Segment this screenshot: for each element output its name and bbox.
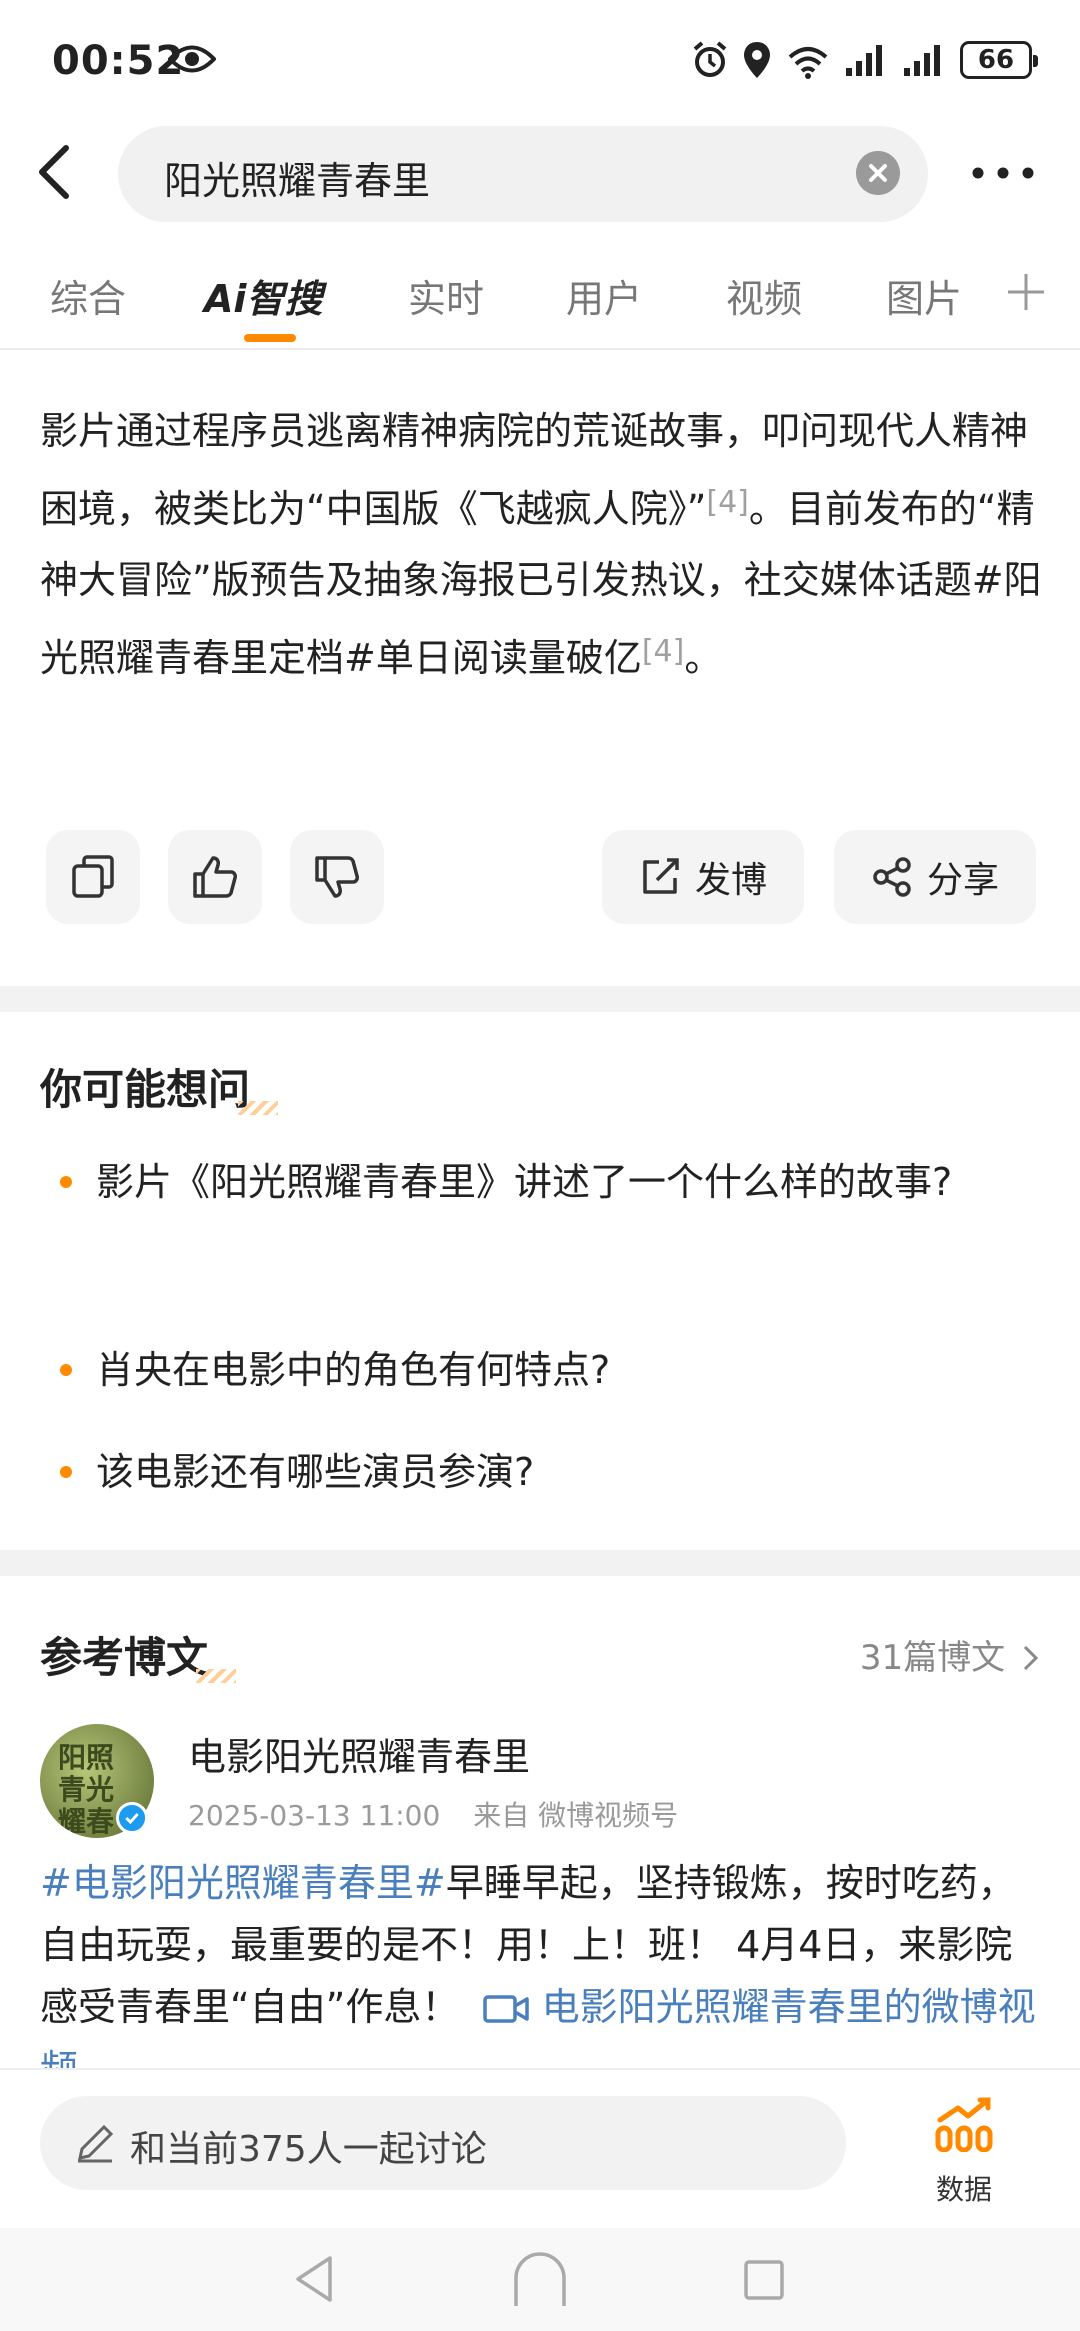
post-label: 发博 bbox=[694, 860, 767, 901]
bullet-dot bbox=[60, 1176, 72, 1188]
like-button[interactable] bbox=[168, 830, 262, 924]
wifi-icon bbox=[788, 47, 828, 79]
status-bar: 00:52 66 bbox=[0, 0, 1080, 120]
share-label: 分享 bbox=[926, 860, 999, 901]
reference-count: 31篇博文 bbox=[859, 1638, 1006, 1678]
answer-text: 。 bbox=[684, 636, 723, 680]
search-query-text: 阳光照耀青春里 bbox=[164, 159, 431, 203]
ai-answer: 影片通过程序员逃离精神病院的荒诞故事，叩问现代人精神困境，被类比为“中国版《飞越… bbox=[40, 396, 1050, 694]
nav-home-icon[interactable] bbox=[510, 2248, 570, 2308]
reference-count-link[interactable]: 31篇博文 bbox=[860, 1630, 1040, 1679]
suggested-question[interactable]: 该电影还有哪些演员参演? bbox=[96, 1434, 1026, 1510]
compose-icon bbox=[643, 858, 679, 894]
thumbs-down-icon bbox=[315, 856, 359, 898]
status-time: 00:52 bbox=[52, 38, 185, 84]
thumbs-up-icon bbox=[193, 856, 237, 898]
share-icon bbox=[873, 857, 911, 897]
system-nav-bar bbox=[0, 2228, 1080, 2331]
data-label[interactable]: 数据 bbox=[936, 2168, 992, 2208]
signal-icon bbox=[846, 45, 882, 76]
hashtag-link[interactable]: #电影阳光照耀青春里# bbox=[40, 1861, 446, 1905]
citation-link[interactable]: [4] bbox=[642, 634, 685, 669]
post-meta: 2025-03-13 11:00 来自 微博视频号 bbox=[188, 1794, 678, 1834]
bullet-dot bbox=[60, 1466, 72, 1478]
search-input[interactable]: 阳光照耀青春里 bbox=[118, 126, 928, 222]
tab-images[interactable]: 图片 bbox=[886, 268, 962, 323]
video-icon bbox=[483, 1995, 530, 2023]
citation-link[interactable]: [4] bbox=[706, 485, 749, 520]
tab-ai-search[interactable]: Ai智搜 bbox=[204, 268, 322, 323]
chevron-right-icon bbox=[1023, 1645, 1039, 1671]
data-chart-icon[interactable] bbox=[934, 2096, 994, 2152]
bullet-dot bbox=[60, 1364, 72, 1376]
location-icon bbox=[744, 42, 770, 78]
eye-icon bbox=[168, 45, 216, 73]
suggested-question[interactable]: 肖央在电影中的角色有何特点? bbox=[96, 1332, 1026, 1408]
alarm-icon bbox=[693, 41, 727, 77]
nav-back-icon[interactable] bbox=[292, 2254, 336, 2304]
active-tab-indicator bbox=[244, 334, 296, 342]
discuss-label: 和当前375人一起讨论 bbox=[130, 2129, 487, 2170]
clear-icon[interactable] bbox=[856, 151, 900, 195]
author-name[interactable]: 电影阳光照耀青春里 bbox=[188, 1726, 530, 1781]
discuss-input[interactable]: 和当前375人一起讨论 bbox=[40, 2096, 846, 2190]
tab-users[interactable]: 用户 bbox=[566, 268, 642, 323]
tab-bar: 综合 Ai智搜 实时 用户 视频 图片 bbox=[0, 252, 1080, 350]
section-divider bbox=[0, 1550, 1080, 1576]
bottom-bar: 和当前375人一起讨论 数据 bbox=[0, 2068, 1080, 2228]
post-source: 来自 微博视频号 bbox=[473, 1799, 679, 1832]
questions-title: 你可能想问 bbox=[40, 1056, 279, 1117]
post-button[interactable]: 发博 bbox=[602, 830, 804, 924]
dislike-button[interactable] bbox=[290, 830, 384, 924]
copy-button[interactable] bbox=[46, 830, 140, 924]
verified-badge-icon bbox=[116, 1802, 148, 1834]
post-body: #电影阳光照耀青春里#早睡早起，坚持锻炼，按时吃药，自由玩耍，最重要的是不！用！… bbox=[40, 1852, 1050, 2100]
suggested-question[interactable]: 影片《阳光照耀青春里》讲述了一个什么样的故事? bbox=[96, 1144, 1026, 1220]
tab-comprehensive[interactable]: 综合 bbox=[50, 268, 126, 323]
back-icon[interactable] bbox=[30, 142, 82, 202]
share-button[interactable]: 分享 bbox=[834, 830, 1036, 924]
post-timestamp: 2025-03-13 11:00 bbox=[188, 1799, 441, 1832]
battery-icon: 66 bbox=[960, 41, 1038, 79]
section-divider bbox=[0, 986, 1080, 1012]
nav-recents-icon[interactable] bbox=[742, 2258, 786, 2302]
signal-icon bbox=[904, 45, 940, 76]
add-tab-icon[interactable] bbox=[1006, 272, 1046, 312]
tab-video[interactable]: 视频 bbox=[726, 268, 802, 323]
more-icon[interactable] bbox=[968, 148, 1038, 198]
tab-realtime[interactable]: 实时 bbox=[408, 268, 484, 323]
pencil-icon bbox=[78, 2124, 114, 2163]
references-title: 参考博文 bbox=[40, 1624, 237, 1685]
copy-icon bbox=[72, 855, 114, 898]
